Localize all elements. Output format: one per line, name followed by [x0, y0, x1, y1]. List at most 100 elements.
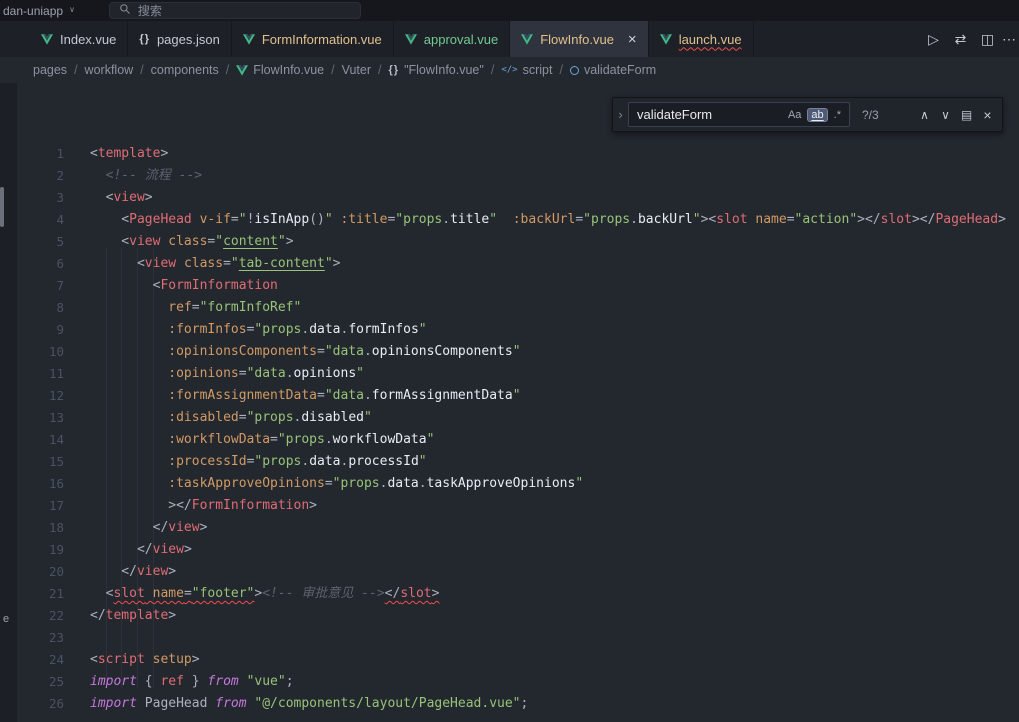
code-line-25[interactable]: 25import { ref } from "vue";	[0, 671, 1019, 693]
code-line-14[interactable]: 14 :workflowData="props.workflowData"	[0, 429, 1019, 451]
run-button[interactable]: ▷	[920, 31, 947, 48]
code-line-15[interactable]: 15 :processId="props.data.processId"	[0, 451, 1019, 473]
breadcrumb-label: FlowInfo.vue	[253, 63, 324, 77]
code-line-12[interactable]: 12 :formAssignmentData="data.formAssignm…	[0, 385, 1019, 407]
breadcrumb: pages / workflow / components / FlowInfo.vue / V…	[0, 57, 1019, 83]
code-line-10[interactable]: 10 :opinionsComponents="data.opinionsCom…	[0, 341, 1019, 363]
vue-file-icon	[243, 34, 255, 45]
breadcrumb-item-validateform[interactable]: validateForm	[570, 63, 656, 77]
toggle-replace-button[interactable]: ›	[613, 98, 628, 131]
app-menu[interactable]: dan-uniapp ∨	[0, 0, 83, 21]
code-line-5[interactable]: 5 <view class="content">	[0, 231, 1019, 253]
breadcrumb-separator: /	[331, 63, 334, 77]
search-icon	[119, 3, 131, 18]
find-in-selection-icon: ▤	[961, 108, 972, 122]
code-line-7[interactable]: 7 <FormInformation	[0, 275, 1019, 297]
left-panel-edge: e	[0, 83, 17, 722]
code-line-20[interactable]: 20 </view>	[0, 561, 1019, 583]
split-editor-button[interactable]: ◫	[974, 31, 1001, 48]
breadcrumb-item-script[interactable]: </> script	[501, 63, 552, 77]
find-in-selection-button[interactable]: ▤	[956, 108, 977, 122]
code-line-23[interactable]: 23	[0, 627, 1019, 649]
code-line-21[interactable]: 21 <slot name="footer"><!-- 审批意见 --></sl…	[0, 583, 1019, 605]
regex-button[interactable]: .*	[830, 108, 845, 122]
breadcrumb-item-flowinfo-vue[interactable]: FlowInfo.vue	[236, 63, 324, 77]
editor-tabs: Index.vue {} pages.json FormInformation.vue…	[30, 21, 754, 57]
breadcrumb-item-pages[interactable]: pages	[33, 63, 67, 77]
breadcrumb-separator: /	[140, 63, 143, 77]
breadcrumb-label: Vuter	[342, 63, 371, 77]
find-input[interactable]: validateForm Aa ab .*	[628, 102, 850, 127]
breadcrumb-label: validateForm	[584, 63, 656, 77]
breadcrumb-label: workflow	[85, 63, 134, 77]
tab-forminformation-vue[interactable]: FormInformation.vue	[232, 21, 394, 57]
tab-launch-vue[interactable]: launch.vue	[649, 21, 754, 57]
close-find-button[interactable]: ×	[977, 107, 998, 123]
code-line-19[interactable]: 19 </view>	[0, 539, 1019, 561]
tab-label: approval.vue	[424, 32, 498, 47]
breadcrumb-label: components	[151, 63, 219, 77]
tab-bar: Index.vue {} pages.json FormInformation.vue…	[0, 21, 1019, 57]
code-line-1[interactable]: 1<template>	[0, 143, 1019, 165]
braces-icon: {}	[389, 64, 400, 76]
code-line-9[interactable]: 9 :formInfos="props.data.formInfos"	[0, 319, 1019, 341]
code-line-16[interactable]: 16 :taskApproveOpinions="props.data.task…	[0, 473, 1019, 495]
global-search-box[interactable]: 搜索	[109, 2, 361, 19]
symbol-method-icon	[570, 66, 579, 75]
breadcrumb-label: pages	[33, 63, 67, 77]
breadcrumb-item-workflow[interactable]: workflow	[85, 63, 134, 77]
clipped-sidebar-text: e	[3, 613, 9, 625]
breadcrumb-label: script	[523, 63, 553, 77]
vscode-window: dan-uniapp ∨ 搜索 Index.vue {} pages.json For…	[0, 0, 1019, 722]
panel-resize-handle[interactable]	[0, 187, 4, 227]
vue-icon	[236, 65, 248, 76]
breadcrumb-item-components[interactable]: components	[151, 63, 219, 77]
chevron-right-icon: ›	[618, 107, 622, 122]
tab-label: FlowInfo.vue	[540, 32, 614, 47]
tab-flowinfo-vue[interactable]: FlowInfo.vue ×	[510, 21, 648, 57]
match-case-button[interactable]: Aa	[784, 108, 805, 122]
tab-approval-vue[interactable]: approval.vue	[394, 21, 510, 57]
code-line-4[interactable]: 4 <PageHead v-if="!isInApp()" :title="pr…	[0, 209, 1019, 231]
breadcrumb-separator: /	[559, 63, 562, 77]
code-line-8[interactable]: 8 ref="formInfoRef"	[0, 297, 1019, 319]
open-changes-icon: ⇄	[955, 31, 967, 47]
tab-index-vue[interactable]: Index.vue	[30, 21, 128, 57]
code-line-6[interactable]: 6 <view class="tab-content">	[0, 253, 1019, 275]
breadcrumb-separator: /	[491, 63, 494, 77]
more-actions-button[interactable]: ⋯	[1001, 31, 1017, 48]
vue-file-icon	[41, 34, 53, 45]
find-widget: › validateForm Aa ab .* ?/3 ∧ ∨ ▤ ×	[612, 97, 1003, 132]
code-line-18[interactable]: 18 </view>	[0, 517, 1019, 539]
find-query-text: validateForm	[637, 107, 782, 122]
arrow-up-icon: ∧	[920, 108, 929, 122]
breadcrumb-separator: /	[378, 63, 381, 77]
breadcrumb-item--flowinfo-vue-[interactable]: {}"FlowInfo.vue"	[389, 63, 484, 77]
next-match-button[interactable]: ∨	[935, 108, 956, 122]
search-label: 搜索	[138, 2, 162, 19]
tab-pages-json[interactable]: {} pages.json	[128, 21, 231, 57]
close-tab-icon[interactable]: ×	[628, 32, 637, 47]
json-file-icon: {}	[139, 33, 150, 45]
open-changes-button[interactable]: ⇄	[947, 31, 974, 48]
code-line-22[interactable]: 22</template>	[0, 605, 1019, 627]
code-line-26[interactable]: 26import PageHead from "@/components/lay…	[0, 693, 1019, 715]
tab-label: pages.json	[157, 32, 220, 47]
editor: 1<template>2 <!-- 流程 -->3 <view>4 <PageH…	[0, 83, 1019, 722]
code-line-13[interactable]: 13 :disabled="props.disabled"	[0, 407, 1019, 429]
code-line-2[interactable]: 2 <!-- 流程 -->	[0, 165, 1019, 187]
code-icon: </>	[501, 65, 517, 75]
code-line-11[interactable]: 11 :opinions="data.opinions"	[0, 363, 1019, 385]
vue-file-icon	[405, 34, 417, 45]
code-line-3[interactable]: 3 <view>	[0, 187, 1019, 209]
previous-match-button[interactable]: ∧	[914, 108, 935, 122]
code-area[interactable]: 1<template>2 <!-- 流程 -->3 <view>4 <PageH…	[0, 83, 1019, 722]
breadcrumb-separator: /	[226, 63, 229, 77]
more-actions-icon: ⋯	[1002, 31, 1016, 47]
whole-word-button[interactable]: ab	[807, 108, 827, 122]
code-line-17[interactable]: 17 ></FormInformation>	[0, 495, 1019, 517]
code-line-24[interactable]: 24<script setup>	[0, 649, 1019, 671]
close-icon: ×	[983, 107, 991, 123]
breadcrumb-item-vuter[interactable]: Vuter	[342, 63, 371, 77]
vue-file-icon	[521, 34, 533, 45]
